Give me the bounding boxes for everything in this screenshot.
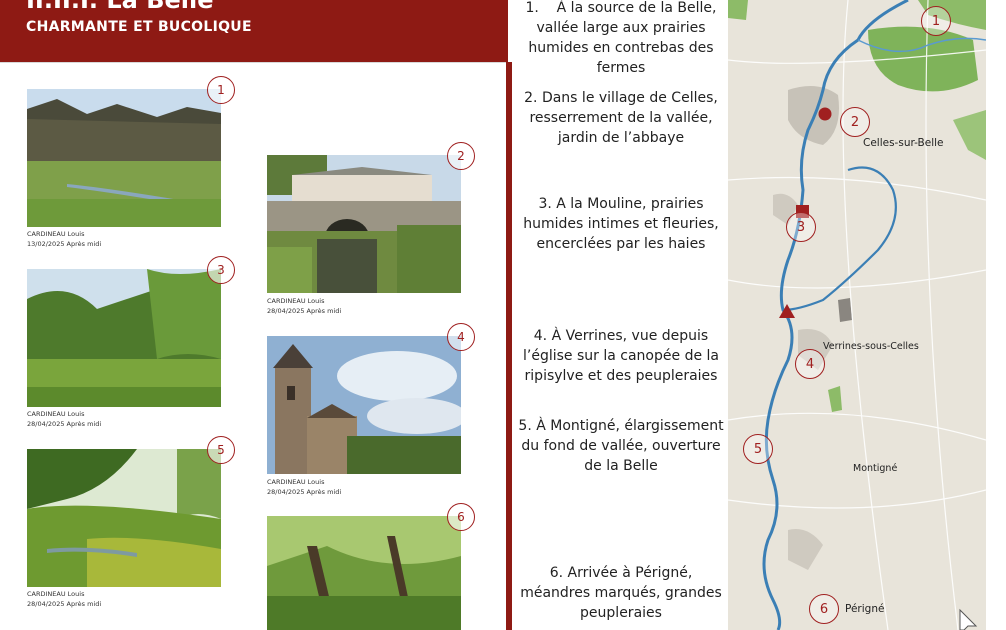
map-number-6: 6	[809, 594, 839, 624]
map-number-4: 4	[795, 349, 825, 379]
page-title: II.II.I. La Belle	[26, 0, 214, 14]
photo-2-number: 2	[447, 142, 475, 170]
description-5: 5. À Montigné, élargissement du fond de …	[518, 418, 724, 474]
divider-bar	[506, 62, 512, 630]
map-label-verrines: Verrines-sous-Celles	[823, 341, 919, 352]
photo-3-number: 3	[207, 256, 235, 284]
photo-1	[27, 89, 221, 227]
photo-2-caption: CARDINEAU Louis 28/04/2025 Après midi	[267, 297, 342, 315]
map-number-5: 5	[743, 434, 773, 464]
photo-6-number: 6	[447, 503, 475, 531]
photo-3-caption: CARDINEAU Louis 28/04/2025 Après midi	[27, 410, 102, 428]
photo-4-caption: CARDINEAU Louis 28/04/2025 Après midi	[267, 478, 342, 496]
description-4: 4. À Verrines, vue depuis l’église sur l…	[523, 328, 719, 384]
river-map: Celles-sur-Belle Verrines-sous-Celles Mo…	[728, 0, 986, 630]
photo-4	[267, 336, 461, 474]
description-1: 1. À la source de la Belle, vallée large…	[525, 0, 717, 76]
page-header: II.II.I. La Belle CHARMANTE ET BUCOLIQUE	[0, 0, 508, 62]
photo-2	[267, 155, 461, 293]
photo-5-caption: CARDINEAU Louis 28/04/2025 Après midi	[27, 590, 102, 608]
map-label-celles: Celles-sur-Belle	[863, 137, 944, 149]
map-label-perigne: Périgné	[845, 603, 885, 615]
photo-1-number: 1	[207, 76, 235, 104]
photo-5-number: 5	[207, 436, 235, 464]
photo-5	[27, 449, 221, 587]
description-2: 2. Dans le village de Celles, resserreme…	[524, 90, 718, 146]
photo-6	[267, 516, 461, 630]
map-label-montigne: Montigné	[853, 463, 898, 474]
photo-3	[27, 269, 221, 407]
page-subtitle: CHARMANTE ET BUCOLIQUE	[26, 19, 252, 35]
map-graphic	[728, 0, 986, 630]
photo-1-caption: CARDINEAU Louis 13/02/2025 Après midi	[27, 230, 102, 248]
photo-4-number: 4	[447, 323, 475, 351]
description-6: 6. Arrivée à Périgné, méandres marqués, …	[520, 565, 722, 621]
map-number-3: 3	[786, 212, 816, 242]
description-3: 3. A la Mouline, prairies humides intime…	[523, 196, 719, 252]
map-number-2: 2	[840, 107, 870, 137]
map-number-1: 1	[921, 6, 951, 36]
